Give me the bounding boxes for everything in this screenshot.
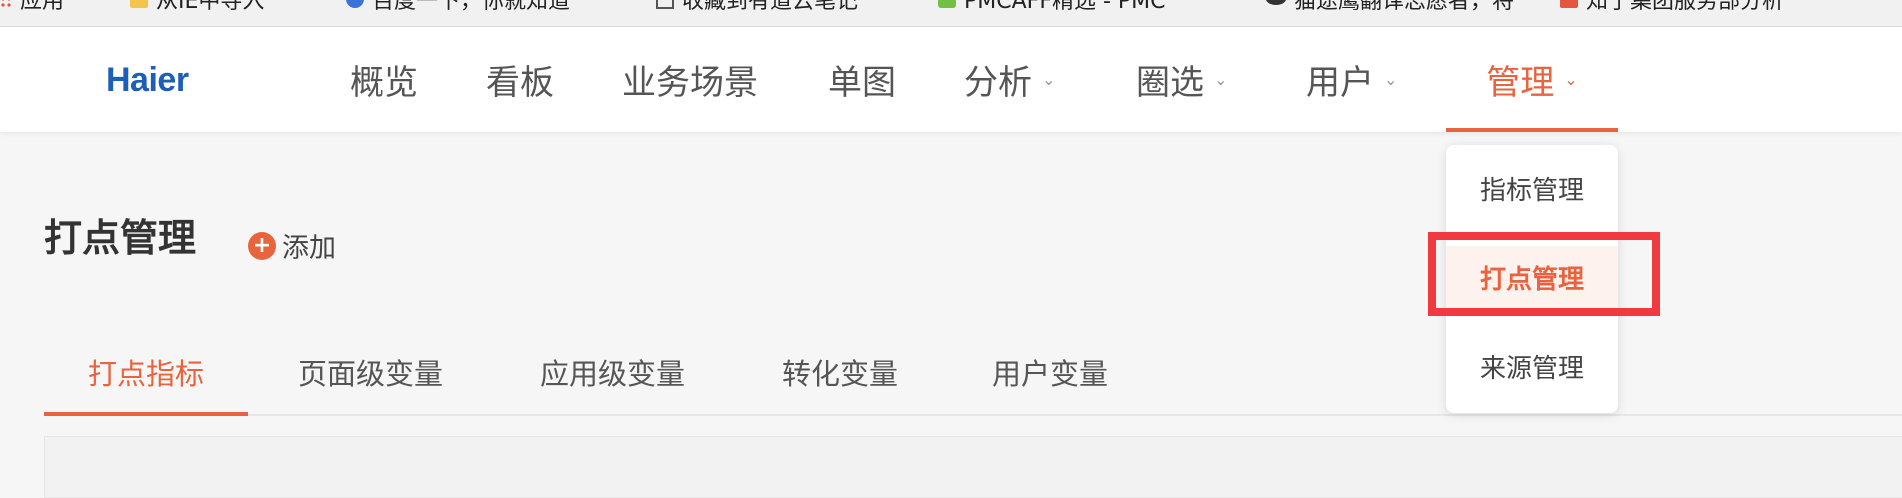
- bookmarks-bar: 应用 从IE中导入 百度一下，你就知道 收藏到有道云笔记 PMCAFF精选 - …: [0, 0, 1902, 27]
- chevron-down-icon: ⌄: [1564, 70, 1578, 89]
- bookmark-baidu[interactable]: 百度一下，你就知道: [346, 0, 570, 14]
- chevron-down-icon: ⌄: [1042, 70, 1056, 89]
- bookmark-tripadvisor[interactable]: 猫途鹰翻译志愿者，将: [1266, 0, 1514, 14]
- menu-item-source-management[interactable]: 来源管理: [1446, 335, 1618, 397]
- nav-overview[interactable]: 概览: [350, 27, 418, 132]
- plus-circle-icon: +: [248, 231, 276, 260]
- chevron-down-icon: ⌄: [1214, 70, 1228, 89]
- zhiliao-icon: [1560, 0, 1578, 8]
- top-nav: Haier 概览 看板 业务场景 单图 分析 ⌄ 圈选 ⌄ 用户 ⌄ 管理 ⌄: [0, 27, 1902, 132]
- nav-management[interactable]: 管理 ⌄: [1446, 27, 1618, 132]
- bookmark-youdao[interactable]: 收藏到有道云笔记: [656, 0, 858, 14]
- chevron-down-icon: ⌄: [1384, 70, 1398, 89]
- nav-circle-select[interactable]: 圈选 ⌄: [1136, 27, 1227, 132]
- bookmark-pmcaff[interactable]: PMCAFF精选 - PMC: [938, 0, 1166, 14]
- folder-icon: [130, 0, 148, 8]
- owl-icon: [1266, 0, 1286, 5]
- apps-icon: [0, 0, 12, 8]
- add-button[interactable]: + 添加: [248, 226, 336, 265]
- bookmark-apps[interactable]: 应用: [0, 0, 64, 14]
- nav-single-chart[interactable]: 单图: [828, 27, 896, 132]
- nav-users[interactable]: 用户 ⌄: [1306, 27, 1397, 132]
- add-button-label: 添加: [282, 233, 336, 264]
- nav-dashboard[interactable]: 看板: [486, 27, 554, 132]
- active-nav-underline: [1446, 128, 1618, 132]
- red-highlight-box: [1428, 232, 1660, 316]
- tab-app-variables[interactable]: 应用级变量: [540, 330, 685, 414]
- nav-analysis[interactable]: 分析 ⌄: [964, 27, 1055, 132]
- menu-item-metric-management[interactable]: 指标管理: [1446, 157, 1618, 219]
- content-panel: [44, 436, 1902, 498]
- bookmark-zhiliao[interactable]: 知了集团服务部分析: [1560, 0, 1784, 14]
- page-title: 打点管理: [44, 216, 197, 260]
- document-icon: [656, 0, 674, 9]
- tab-page-variables[interactable]: 页面级变量: [298, 330, 443, 414]
- bookmark-ie-import[interactable]: 从IE中导入: [130, 0, 264, 14]
- tab-tracking-metrics[interactable]: 打点指标: [44, 330, 249, 416]
- tab-user-variables[interactable]: 用户变量: [992, 330, 1108, 414]
- haier-logo[interactable]: Haier: [106, 61, 189, 100]
- baidu-paw-icon: [346, 0, 364, 8]
- pmcaff-icon: [938, 0, 956, 8]
- tab-bar: 打点指标 页面级变量 应用级变量 转化变量 用户变量: [44, 330, 1902, 416]
- nav-business-scenes[interactable]: 业务场景: [622, 27, 758, 132]
- active-tab-underline: [44, 412, 249, 416]
- tab-conversion-variables[interactable]: 转化变量: [782, 330, 898, 414]
